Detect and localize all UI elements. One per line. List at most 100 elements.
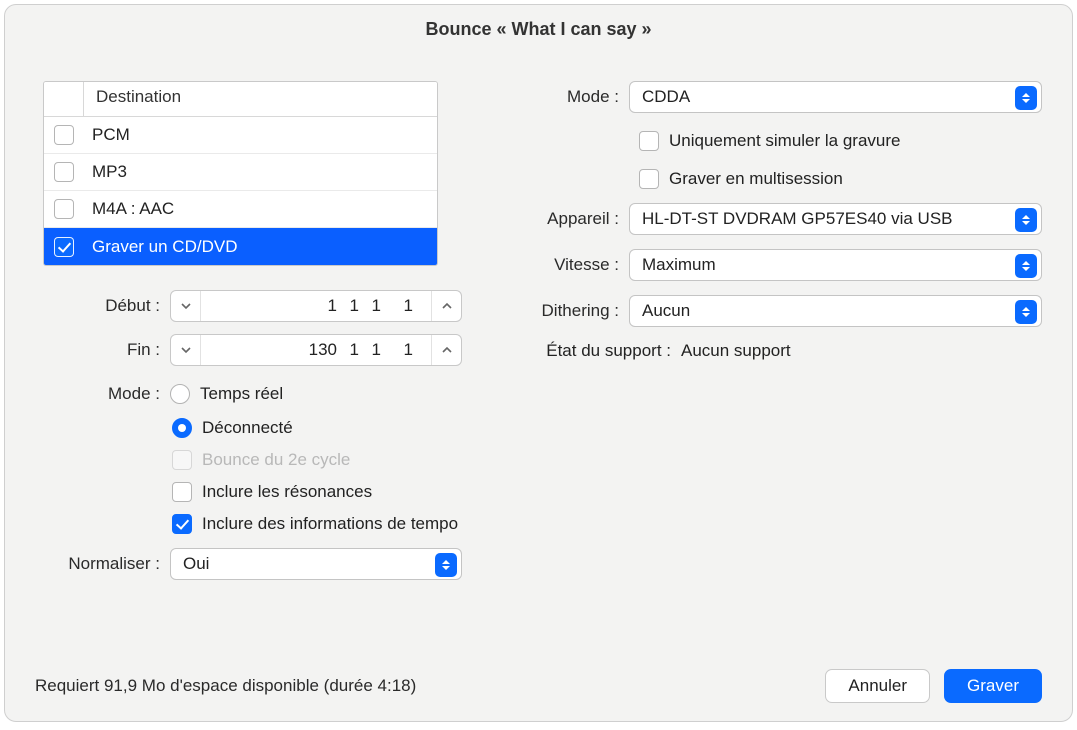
start-bar[interactable]: 1 — [277, 296, 337, 316]
destination-row-pcm[interactable]: PCM — [44, 117, 437, 154]
destination-checkbox-burn[interactable] — [54, 237, 74, 257]
mode-left-label: Mode : — [35, 384, 170, 404]
destination-header-name: Destination — [84, 82, 437, 116]
start-row: Début : 1 1 1 1 — [35, 290, 463, 322]
dithering-popup[interactable]: Aucun — [629, 295, 1042, 327]
left-form: Début : 1 1 1 1 — [35, 290, 463, 580]
chk-tails[interactable] — [172, 482, 192, 502]
start-stepper[interactable]: 1 1 1 1 — [170, 290, 462, 322]
media-state-label: État du support : — [511, 341, 671, 361]
mode-right-row: Mode : CDDA — [511, 81, 1042, 113]
start-decrement[interactable] — [171, 291, 201, 321]
start-beat[interactable]: 1 — [345, 296, 359, 316]
normalize-label: Normaliser : — [35, 554, 170, 574]
destination-row-m4a[interactable]: M4A : AAC — [44, 191, 437, 228]
destination-header: Destination — [44, 82, 437, 117]
mode-right-label: Mode : — [511, 87, 629, 107]
chevron-down-icon — [181, 345, 191, 355]
chk-tempo-row[interactable]: Inclure des informations de tempo — [172, 508, 463, 540]
device-popup[interactable]: HL-DT-ST DVDRAM GP57ES40 via USB — [629, 203, 1042, 235]
chk-2nd-cycle — [172, 450, 192, 470]
destination-row-burn[interactable]: Graver un CD/DVD — [44, 228, 437, 265]
start-tick[interactable]: 1 — [399, 296, 413, 316]
updown-arrows-icon — [1015, 254, 1037, 278]
chk-2nd-cycle-label: Bounce du 2e cycle — [202, 450, 350, 470]
updown-arrows-icon — [435, 553, 457, 577]
chk-multisession-label: Graver en multisession — [669, 169, 843, 189]
footer-buttons: Annuler Graver — [825, 669, 1042, 703]
dithering-row: Dithering : Aucun — [511, 295, 1042, 327]
device-value: HL-DT-ST DVDRAM GP57ES40 via USB — [642, 209, 953, 229]
chevron-up-icon — [442, 345, 452, 355]
chk-tempo[interactable] — [172, 514, 192, 534]
end-div[interactable]: 1 — [367, 340, 381, 360]
end-stepper[interactable]: 130 1 1 1 — [170, 334, 462, 366]
end-row: Fin : 130 1 1 1 — [35, 334, 463, 366]
destination-list[interactable]: Destination PCM MP3 M4A : AAC Graver un … — [43, 81, 438, 266]
destination-header-checkbox-col — [44, 82, 84, 116]
mode-popup[interactable]: CDDA — [629, 81, 1042, 113]
end-decrement[interactable] — [171, 335, 201, 365]
chk-simulate-row[interactable]: Uniquement simuler la gravure — [639, 125, 1042, 157]
chk-tempo-label: Inclure des informations de tempo — [202, 514, 458, 534]
radio-offline-row[interactable]: Déconnecté — [172, 412, 463, 444]
chk-simulate-label: Uniquement simuler la gravure — [669, 131, 901, 151]
burn-options: Uniquement simuler la gravure Graver en … — [639, 125, 1042, 195]
radio-realtime[interactable] — [170, 384, 190, 404]
chk-multisession[interactable] — [639, 169, 659, 189]
end-beat[interactable]: 1 — [345, 340, 359, 360]
normalize-popup[interactable]: Oui — [170, 548, 462, 580]
media-state-value: Aucun support — [681, 341, 791, 361]
burn-button[interactable]: Graver — [944, 669, 1042, 703]
end-increment[interactable] — [431, 335, 461, 365]
radio-offline-label: Déconnecté — [202, 418, 293, 438]
end-bar[interactable]: 130 — [277, 340, 337, 360]
dialog-footer: Requiert 91,9 Mo d'espace disponible (du… — [5, 669, 1072, 703]
chk-2nd-cycle-row: Bounce du 2e cycle — [172, 444, 463, 476]
chevron-down-icon — [181, 301, 191, 311]
chevron-up-icon — [442, 301, 452, 311]
left-column: Destination PCM MP3 M4A : AAC Graver un … — [35, 81, 463, 721]
speed-label: Vitesse : — [511, 255, 629, 275]
chk-tails-row[interactable]: Inclure les résonances — [172, 476, 463, 508]
mode-value: CDDA — [642, 87, 690, 107]
right-column: Mode : CDDA Uniquement simuler la gravur… — [511, 81, 1042, 721]
footer-status: Requiert 91,9 Mo d'espace disponible (du… — [35, 676, 825, 696]
media-state-row: État du support : Aucun support — [511, 341, 1042, 361]
destination-row-mp3[interactable]: MP3 — [44, 154, 437, 191]
normalize-value: Oui — [183, 554, 209, 574]
dithering-value: Aucun — [642, 301, 690, 321]
destination-label-m4a: M4A : AAC — [84, 199, 437, 219]
dialog-content: Destination PCM MP3 M4A : AAC Graver un … — [5, 53, 1072, 721]
updown-arrows-icon — [1015, 208, 1037, 232]
device-label: Appareil : — [511, 209, 629, 229]
speed-popup[interactable]: Maximum — [629, 249, 1042, 281]
dithering-label: Dithering : — [511, 301, 629, 321]
start-fields[interactable]: 1 1 1 1 — [201, 296, 431, 316]
chk-simulate[interactable] — [639, 131, 659, 151]
end-label: Fin : — [35, 340, 170, 360]
end-tick[interactable]: 1 — [399, 340, 413, 360]
updown-arrows-icon — [1015, 300, 1037, 324]
cancel-button[interactable]: Annuler — [825, 669, 930, 703]
chk-tails-label: Inclure les résonances — [202, 482, 372, 502]
destination-label-mp3: MP3 — [84, 162, 437, 182]
start-label: Début : — [35, 296, 170, 316]
radio-offline[interactable] — [172, 418, 192, 438]
destination-checkbox-mp3[interactable] — [54, 162, 74, 182]
speed-value: Maximum — [642, 255, 716, 275]
bounce-dialog: Bounce « What I can say » Destination PC… — [4, 4, 1073, 722]
radio-realtime-row[interactable]: Temps réel — [170, 378, 283, 410]
radio-realtime-label: Temps réel — [200, 384, 283, 404]
start-increment[interactable] — [431, 291, 461, 321]
start-div[interactable]: 1 — [367, 296, 381, 316]
mode-left-row: Mode : Temps réel — [35, 378, 463, 410]
updown-arrows-icon — [1015, 86, 1037, 110]
destination-checkbox-pcm[interactable] — [54, 125, 74, 145]
normalize-row: Normaliser : Oui — [35, 548, 463, 580]
dialog-title: Bounce « What I can say » — [5, 5, 1072, 53]
speed-row: Vitesse : Maximum — [511, 249, 1042, 281]
end-fields[interactable]: 130 1 1 1 — [201, 340, 431, 360]
destination-checkbox-m4a[interactable] — [54, 199, 74, 219]
chk-multisession-row[interactable]: Graver en multisession — [639, 163, 1042, 195]
